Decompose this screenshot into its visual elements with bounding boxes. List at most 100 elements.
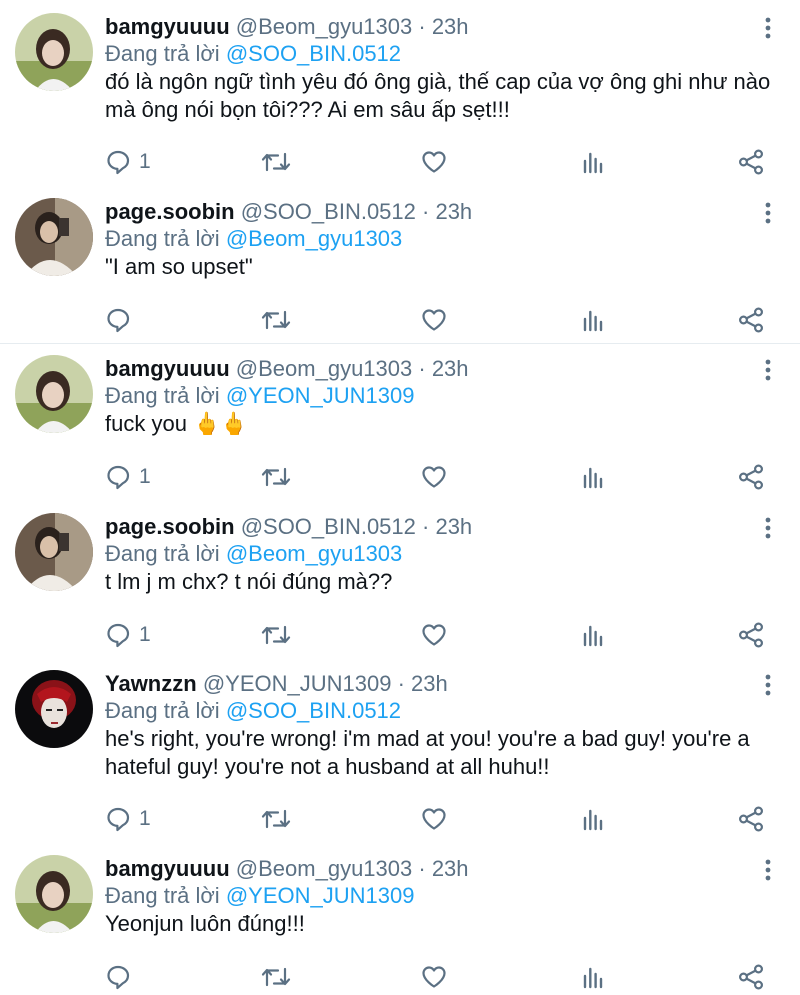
handle[interactable]: @Beom_gyu1303: [236, 356, 412, 381]
retweet-button[interactable]: [261, 462, 291, 492]
replying-to: Đang trả lời @YEON_JUN1309: [105, 882, 414, 910]
share-button[interactable]: [738, 804, 764, 834]
reply-button[interactable]: 1: [105, 462, 151, 492]
avatar[interactable]: [15, 670, 93, 748]
reply-button[interactable]: 1: [105, 147, 151, 177]
reply-count: 1: [139, 465, 151, 488]
bamgyu-avatar-image: [15, 13, 93, 91]
analytics-button[interactable]: [582, 462, 604, 492]
display-name[interactable]: bamgyuuuu: [105, 14, 230, 39]
reply-button[interactable]: [105, 305, 139, 335]
analytics-button[interactable]: [582, 804, 604, 834]
more-options-icon[interactable]: [758, 672, 778, 698]
display-name[interactable]: Yawnzzn: [105, 671, 197, 696]
display-name[interactable]: bamgyuuuu: [105, 856, 230, 881]
replying-prefix: Đang trả lời: [105, 383, 220, 408]
analytics-icon: [583, 152, 603, 174]
handle[interactable]: @YEON_JUN1309: [203, 671, 392, 696]
retweet-button[interactable]: [261, 962, 291, 992]
avatar[interactable]: [15, 513, 93, 591]
tweet-text: đó là ngôn ngữ tình yêu đó ông già, thế …: [105, 69, 771, 122]
avatar[interactable]: [15, 855, 93, 933]
more-options-icon[interactable]: [758, 857, 778, 883]
reply-button[interactable]: [105, 962, 139, 992]
share-icon: [738, 464, 764, 490]
mention-link[interactable]: @YEON_JUN1309: [226, 883, 415, 908]
replying-to: Đang trả lời @Beom_gyu1303: [105, 225, 402, 253]
retweet-button[interactable]: [261, 804, 291, 834]
retweet-button[interactable]: [261, 147, 291, 177]
timestamp[interactable]: · 23h: [418, 14, 468, 39]
analytics-button[interactable]: [582, 147, 604, 177]
avatar[interactable]: [15, 198, 93, 276]
retweet-icon: [261, 809, 291, 829]
timestamp[interactable]: · 23h: [418, 356, 468, 381]
share-button[interactable]: [738, 305, 764, 335]
share-icon: [738, 622, 764, 648]
mention-link[interactable]: @SOO_BIN.0512: [226, 41, 401, 66]
retweet-button[interactable]: [261, 620, 291, 650]
more-options-icon[interactable]: [758, 15, 778, 41]
tweet-header: page.soobin @SOO_BIN.0512 · 23h: [105, 513, 472, 541]
timestamp[interactable]: · 23h: [422, 199, 472, 224]
retweet-icon: [261, 967, 291, 987]
replying-to: Đang trả lời @SOO_BIN.0512: [105, 40, 401, 68]
replying-to: Đang trả lời @Beom_gyu1303: [105, 540, 402, 568]
replying-to: Đang trả lời @SOO_BIN.0512: [105, 697, 401, 725]
retweet-button[interactable]: [261, 305, 291, 335]
mention-link[interactable]: @Beom_gyu1303: [226, 226, 402, 251]
tweet-text: fuck you 🖕🖕: [105, 411, 248, 436]
like-button[interactable]: [421, 462, 447, 492]
avatar[interactable]: [15, 13, 93, 91]
mention-link[interactable]: @YEON_JUN1309: [226, 383, 415, 408]
heart-icon: [422, 808, 446, 830]
analytics-icon: [583, 809, 603, 831]
like-button[interactable]: [421, 305, 447, 335]
analytics-icon: [583, 467, 603, 489]
display-name[interactable]: page.soobin: [105, 199, 235, 224]
reply-button[interactable]: 1: [105, 620, 151, 650]
avatar[interactable]: [15, 355, 93, 433]
timestamp[interactable]: · 23h: [418, 856, 468, 881]
soobin-avatar-image: [15, 198, 93, 276]
analytics-button[interactable]: [582, 305, 604, 335]
like-button[interactable]: [421, 962, 447, 992]
tweet-header: page.soobin @SOO_BIN.0512 · 23h: [105, 198, 472, 226]
replying-prefix: Đang trả lời: [105, 41, 220, 66]
more-options-icon[interactable]: [758, 515, 778, 541]
handle[interactable]: @Beom_gyu1303: [236, 856, 412, 881]
more-options-icon[interactable]: [758, 200, 778, 226]
bamgyu-avatar-image: [15, 355, 93, 433]
analytics-button[interactable]: [582, 962, 604, 992]
share-button[interactable]: [738, 462, 764, 492]
like-button[interactable]: [421, 147, 447, 177]
replying-prefix: Đang trả lời: [105, 883, 220, 908]
mention-link[interactable]: @SOO_BIN.0512: [226, 698, 401, 723]
heart-icon: [422, 151, 446, 173]
tweet-actions: 1: [105, 147, 785, 177]
thread-divider: [0, 343, 800, 344]
share-button[interactable]: [738, 147, 764, 177]
more-options-icon[interactable]: [758, 357, 778, 383]
handle[interactable]: @Beom_gyu1303: [236, 14, 412, 39]
share-button[interactable]: [738, 620, 764, 650]
like-button[interactable]: [421, 804, 447, 834]
reply-icon: [107, 623, 130, 648]
retweet-icon: [261, 152, 291, 172]
display-name[interactable]: page.soobin: [105, 514, 235, 539]
analytics-button[interactable]: [582, 620, 604, 650]
reply-button[interactable]: 1: [105, 804, 151, 834]
handle[interactable]: @SOO_BIN.0512: [241, 514, 416, 539]
timestamp[interactable]: · 23h: [398, 671, 448, 696]
like-button[interactable]: [421, 620, 447, 650]
share-icon: [738, 806, 764, 832]
timestamp[interactable]: · 23h: [422, 514, 472, 539]
reply-icon: [107, 308, 130, 333]
tweet-actions: [105, 305, 785, 335]
handle[interactable]: @SOO_BIN.0512: [241, 199, 416, 224]
mention-link[interactable]: @Beom_gyu1303: [226, 541, 402, 566]
heart-icon: [422, 966, 446, 988]
display-name[interactable]: bamgyuuuu: [105, 356, 230, 381]
share-button[interactable]: [738, 962, 764, 992]
yeonjun-avatar-image: [15, 670, 93, 748]
